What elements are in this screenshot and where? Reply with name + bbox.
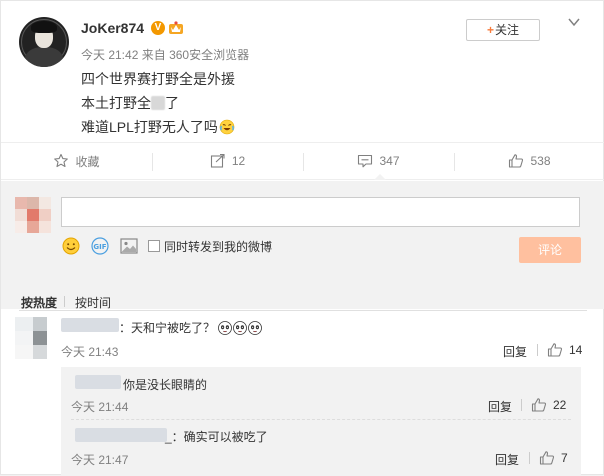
post-meta: 今天 21:42 来自 360安全浏览器 bbox=[81, 46, 249, 63]
laugh-cry-emoji-icon bbox=[219, 119, 235, 135]
reply-text: _：确实可以被吃了 bbox=[165, 430, 268, 444]
sort-by-hot-tab[interactable]: 按热度 bbox=[21, 294, 57, 311]
reply-button[interactable]: 回复 bbox=[495, 451, 519, 468]
submit-comment-button[interactable]: 评论 bbox=[519, 237, 581, 263]
redacted-char bbox=[151, 96, 165, 110]
sort-by-time-tab[interactable]: 按时间 bbox=[75, 294, 111, 311]
verified-badge-icon: V bbox=[151, 21, 165, 35]
panda-emoji-icon bbox=[218, 321, 233, 335]
divider bbox=[537, 344, 538, 356]
comment-like-button[interactable]: 14 bbox=[547, 342, 582, 358]
repost-button[interactable]: 12 bbox=[152, 143, 303, 179]
reply-like-button[interactable]: 7 bbox=[539, 450, 568, 466]
comment-icon bbox=[358, 154, 373, 168]
like-count: 538 bbox=[530, 154, 551, 168]
comment-input[interactable] bbox=[61, 197, 580, 227]
post-text-line-3: 难道LPL打野无人了吗 bbox=[81, 117, 235, 137]
comment-count: 347 bbox=[379, 154, 400, 168]
weibo-card: JoKer874 V 今天 21:42 来自 360安全浏览器 +关注 四个世界… bbox=[0, 0, 604, 476]
reply-button[interactable]: 回复 bbox=[488, 398, 512, 415]
emoji-icon[interactable] bbox=[61, 236, 81, 256]
author-avatar[interactable] bbox=[19, 17, 69, 67]
reply-text: 你是没长眼睛的 bbox=[123, 378, 208, 392]
thumbs-up-icon bbox=[547, 343, 563, 357]
post-via: 来自 bbox=[141, 48, 166, 62]
my-avatar[interactable] bbox=[15, 197, 51, 233]
author-name[interactable]: JoKer874 bbox=[81, 20, 144, 36]
comment-button[interactable]: 347 bbox=[303, 143, 454, 180]
checkbox-square[interactable] bbox=[148, 240, 160, 252]
panda-emoji-icon bbox=[248, 321, 263, 335]
thumbs-up-icon bbox=[509, 154, 524, 168]
svg-text:GIF: GIF bbox=[93, 243, 106, 251]
chevron-down-icon[interactable] bbox=[567, 15, 581, 29]
image-icon[interactable] bbox=[119, 236, 139, 256]
post-time[interactable]: 今天 21:42 bbox=[81, 48, 138, 62]
vip-crown-icon bbox=[169, 21, 183, 34]
repost-count: 12 bbox=[231, 154, 246, 168]
reply-author-name[interactable] bbox=[75, 428, 167, 442]
collect-label: 收藏 bbox=[75, 154, 100, 169]
post-text-line-2a: 本土打野全 bbox=[81, 95, 151, 111]
composer-tools: GIF 同时转发到我的微博 bbox=[61, 236, 272, 256]
panda-emoji-icon bbox=[233, 321, 248, 335]
post-text-line-1: 四个世界赛打野全是外援 bbox=[81, 71, 235, 87]
divider bbox=[529, 452, 530, 464]
thumbs-up-icon bbox=[531, 398, 547, 412]
reply-like-count: 22 bbox=[553, 398, 567, 412]
comment-composer: GIF 同时转发到我的微博 评论 bbox=[1, 181, 604, 279]
comment-text: ：天和宁被吃了？ bbox=[119, 319, 263, 336]
action-bar: 收藏 12 347 538 bbox=[1, 142, 604, 180]
sort-tabs: 按热度 按时间 bbox=[1, 279, 604, 311]
divider bbox=[521, 399, 522, 411]
post-text-line-3a: 难道LPL打野无人了吗 bbox=[81, 119, 218, 135]
reply-like-button[interactable]: 22 bbox=[531, 397, 566, 413]
reply-time: 今天 21:44 bbox=[71, 400, 129, 414]
comment-time: 今天 21:43 bbox=[61, 345, 119, 359]
follow-label: 关注 bbox=[495, 23, 520, 37]
reply-like-count: 7 bbox=[561, 451, 568, 465]
commenter-name[interactable] bbox=[61, 318, 119, 332]
commenter-avatar[interactable] bbox=[15, 317, 51, 359]
reply-time: 今天 21:47 bbox=[71, 453, 129, 467]
repost-checkbox-label: 同时转发到我的微博 bbox=[164, 239, 273, 254]
post-source[interactable]: 360安全浏览器 bbox=[169, 48, 249, 62]
divider bbox=[19, 310, 587, 311]
divider bbox=[71, 419, 571, 420]
sort-divider bbox=[64, 296, 65, 307]
post-text-line-2: 本土打野全了 bbox=[81, 93, 179, 113]
plus-icon: + bbox=[486, 23, 494, 37]
gif-icon[interactable]: GIF bbox=[90, 236, 110, 256]
comment-text-content: ：天和宁被吃了？ bbox=[119, 321, 216, 335]
reply-author-name[interactable] bbox=[75, 375, 121, 389]
reply-button[interactable]: 回复 bbox=[503, 343, 527, 360]
repost-icon bbox=[210, 153, 225, 168]
thumbs-up-icon bbox=[539, 451, 555, 465]
post-text-line-2b: 了 bbox=[165, 95, 179, 111]
like-button[interactable]: 538 bbox=[454, 143, 604, 179]
star-icon bbox=[54, 153, 69, 168]
comment-like-count: 14 bbox=[569, 343, 583, 357]
collect-button[interactable]: 收藏 bbox=[1, 143, 152, 179]
follow-button[interactable]: +关注 bbox=[466, 19, 540, 41]
repost-checkbox[interactable]: 同时转发到我的微博 bbox=[148, 238, 272, 255]
